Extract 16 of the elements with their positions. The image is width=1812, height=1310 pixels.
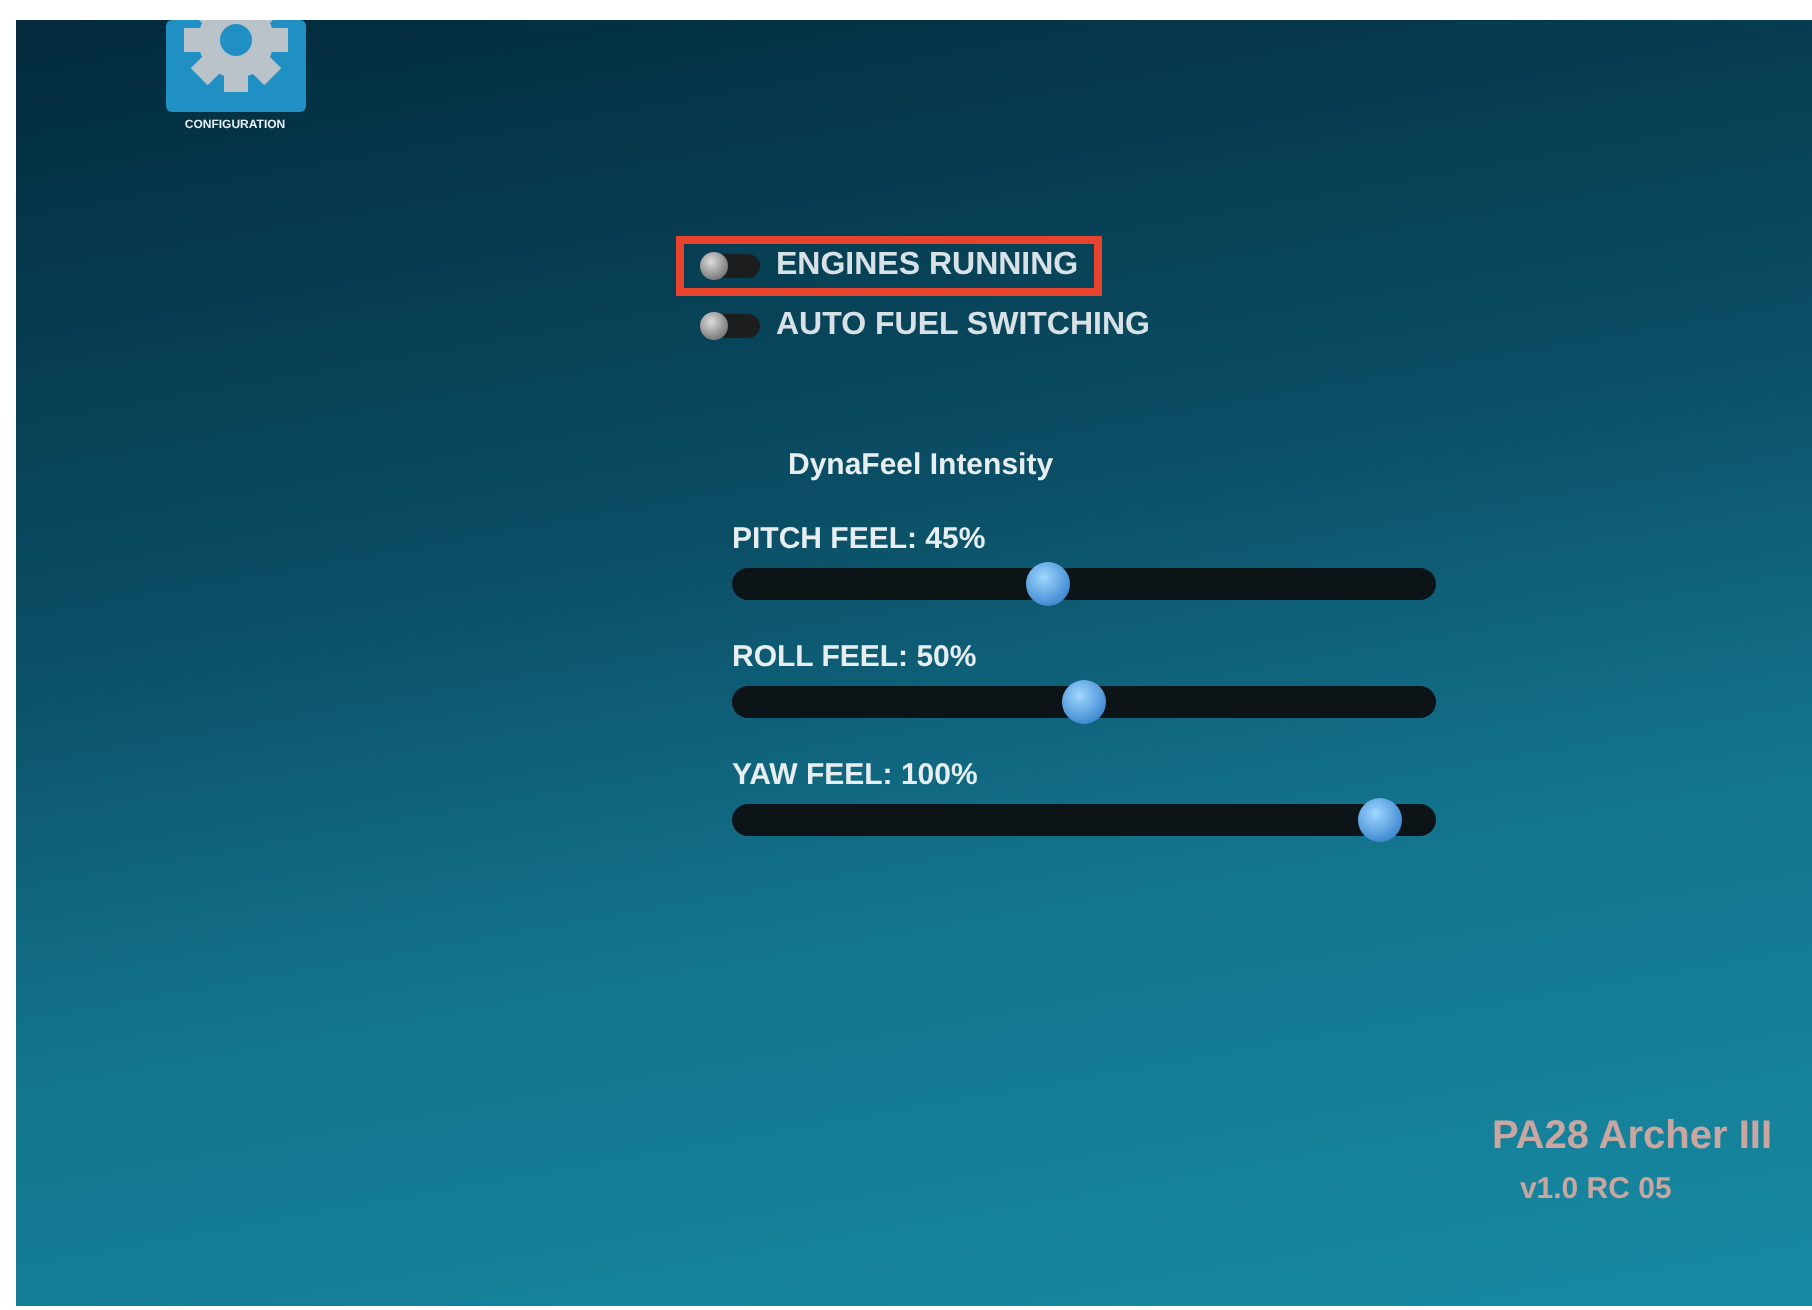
slider-thumb[interactable] — [1357, 798, 1402, 842]
toggle-switch[interactable] — [700, 314, 760, 338]
toggle-switch[interactable] — [700, 254, 760, 278]
aircraft-name: PA28 Archer III — [1491, 1114, 1772, 1160]
section-title: DynaFeel Intensity — [788, 448, 1056, 482]
slider-track[interactable] — [732, 686, 1436, 718]
toggle-label: ENGINES RUNNING — [776, 248, 1079, 284]
slider-label: PITCH FEEL: 45% — [732, 522, 988, 556]
slider-track[interactable] — [732, 804, 1436, 836]
slider-track[interactable] — [732, 568, 1436, 600]
slider-thumb[interactable] — [1026, 562, 1071, 606]
slider-thumb[interactable] — [1062, 680, 1106, 724]
slider-label: ROLL FEEL: 50% — [732, 640, 979, 674]
slider-label: YAW FEEL: 100% — [732, 758, 980, 792]
version-text: v1.0 RC 05 — [1519, 1172, 1674, 1206]
toggle-label: AUTO FUEL SWITCHING — [776, 308, 1150, 344]
